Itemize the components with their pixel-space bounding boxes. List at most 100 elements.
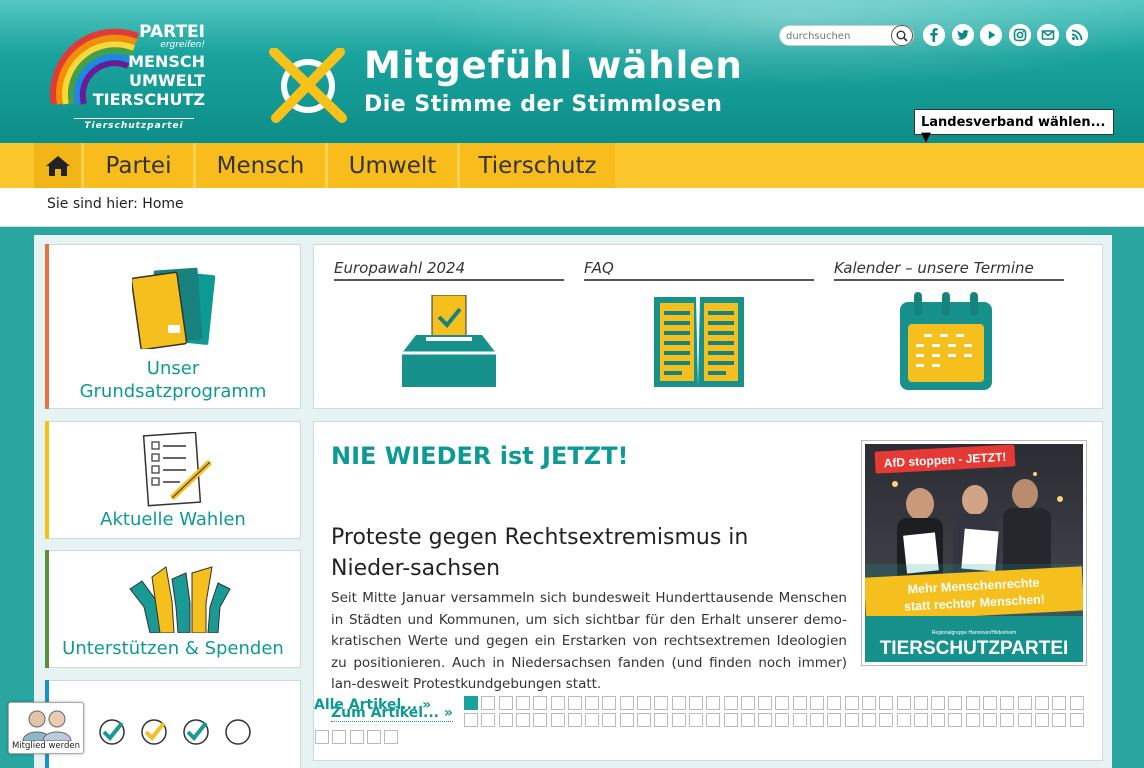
slider-dot[interactable] [931, 696, 946, 710]
slider-dot[interactable] [861, 696, 876, 710]
mail-icon[interactable] [1037, 24, 1059, 46]
slider-dot[interactable] [550, 713, 565, 727]
slider-dot[interactable] [1034, 713, 1049, 727]
search-button[interactable] [891, 25, 913, 46]
nav-item-umwelt[interactable]: Umwelt [325, 143, 457, 188]
slider-dot[interactable] [827, 713, 842, 727]
slider-dot[interactable] [810, 696, 824, 710]
slider-dot[interactable] [688, 713, 703, 727]
slider-dot[interactable] [983, 713, 997, 727]
slider-dot[interactable] [879, 713, 894, 727]
slider-dot[interactable] [827, 696, 842, 710]
slider-dot[interactable] [567, 713, 582, 727]
slider-dot[interactable] [948, 696, 963, 710]
slider-dot[interactable] [585, 696, 600, 710]
slider-dot[interactable] [567, 696, 582, 710]
nav-item-mensch[interactable]: Mensch [193, 143, 325, 188]
slider-dot[interactable] [844, 696, 859, 710]
slider-dot[interactable] [619, 713, 634, 727]
slider-dot[interactable] [931, 713, 946, 727]
card-grundsatzprogramm[interactable]: Unser Grundsatzprogramm [45, 244, 301, 409]
instagram-icon[interactable] [1009, 24, 1031, 46]
quicklink-europawahl[interactable]: Europawahl 2024 [334, 259, 564, 281]
article-title[interactable]: Proteste gegen Rechtsextremismus in Nied… [331, 522, 831, 584]
slider-dot[interactable] [758, 696, 773, 710]
slider-dot[interactable] [481, 713, 496, 727]
slider-dot[interactable] [464, 713, 478, 727]
slider-dot[interactable] [637, 713, 651, 727]
slider-dot[interactable] [464, 696, 478, 710]
slider-dot[interactable] [1000, 713, 1015, 727]
slider-dot[interactable] [550, 696, 565, 710]
slider-dot[interactable] [498, 696, 513, 710]
slider-dot[interactable] [384, 730, 399, 744]
article-kicker[interactable]: NIE WIEDER ist JETZT! [331, 442, 628, 470]
card-unterstuetzen-spenden[interactable]: Unterstützen & Spenden [45, 550, 301, 668]
nav-item-tierschutz[interactable]: Tierschutz [457, 143, 615, 188]
party-logo[interactable]: PARTEI ergreifen! MENSCH UMWELT TIERSCHU… [50, 22, 210, 132]
ballot-box-icon[interactable] [402, 295, 496, 389]
slider-dot[interactable] [654, 696, 669, 710]
landesverband-select[interactable]: Landesverband wählen... ▼ [914, 109, 1114, 143]
slider-dot[interactable] [810, 713, 824, 727]
slider-dot[interactable] [775, 696, 790, 710]
youtube-icon[interactable] [980, 24, 1002, 46]
slider-dot[interactable] [315, 730, 329, 744]
quicklink-kalender[interactable]: Kalender – unsere Termine [834, 259, 1064, 281]
slider-dot[interactable] [1000, 696, 1015, 710]
nav-item-partei[interactable]: Partei [81, 143, 193, 188]
slider-dot[interactable] [1069, 713, 1084, 727]
home-button[interactable] [34, 143, 81, 188]
read-more-link[interactable]: Zum Artikel... » [331, 705, 453, 722]
slider-dot[interactable] [602, 713, 617, 727]
twitter-icon[interactable] [952, 24, 974, 46]
quicklink-faq[interactable]: FAQ [584, 259, 814, 281]
slider-dot[interactable] [740, 696, 755, 710]
slider-dot[interactable] [792, 696, 807, 710]
open-book-icon[interactable] [652, 295, 746, 389]
slider-dot[interactable] [671, 696, 686, 710]
card-aktuelle-wahlen[interactable]: Aktuelle Wahlen [45, 421, 301, 539]
slider-dot[interactable] [498, 713, 513, 727]
slider-dot[interactable] [965, 696, 980, 710]
slider-dot[interactable] [1034, 696, 1049, 710]
slider-dot[interactable] [775, 713, 790, 727]
slider-dot[interactable] [913, 696, 928, 710]
slider-dot[interactable] [688, 696, 703, 710]
slider-dot[interactable] [637, 696, 651, 710]
slider-dot[interactable] [792, 713, 807, 727]
slider-dot[interactable] [1017, 713, 1032, 727]
slider-dot[interactable] [366, 730, 381, 744]
slider-dot[interactable] [349, 730, 364, 744]
slider-dot[interactable] [758, 713, 773, 727]
slider-dot[interactable] [1052, 696, 1067, 710]
facebook-icon[interactable] [923, 24, 945, 46]
slider-dot[interactable] [723, 696, 738, 710]
slider-dot[interactable] [515, 713, 530, 727]
slider-dot[interactable] [740, 713, 755, 727]
slider-dot[interactable] [533, 713, 548, 727]
slider-dot[interactable] [533, 696, 548, 710]
slider-dot[interactable] [671, 713, 686, 727]
slider-dot[interactable] [481, 696, 496, 710]
search-input[interactable] [786, 28, 886, 44]
slider-dot[interactable] [1017, 696, 1032, 710]
slider-dot[interactable] [654, 713, 669, 727]
slider-dot[interactable] [515, 696, 530, 710]
slider-dot[interactable] [619, 696, 634, 710]
slider-dot[interactable] [332, 730, 347, 744]
slider-dot[interactable] [706, 696, 721, 710]
slider-dot[interactable] [602, 696, 617, 710]
article-image[interactable]: AfD stoppen - JETZT! Mehr Menschenrechte… [861, 440, 1087, 666]
slider-dot[interactable] [896, 696, 911, 710]
calendar-icon[interactable] [898, 292, 994, 392]
become-member-button[interactable]: Mitglied werden [8, 702, 84, 754]
slider-dot[interactable] [706, 713, 721, 727]
rss-icon[interactable] [1066, 24, 1088, 46]
slider-dot[interactable] [844, 713, 859, 727]
slider-dot[interactable] [723, 713, 738, 727]
slider-dot[interactable] [983, 696, 997, 710]
slider-dot[interactable] [1052, 713, 1067, 727]
slider-dot[interactable] [585, 713, 600, 727]
slider-dot[interactable] [913, 713, 928, 727]
